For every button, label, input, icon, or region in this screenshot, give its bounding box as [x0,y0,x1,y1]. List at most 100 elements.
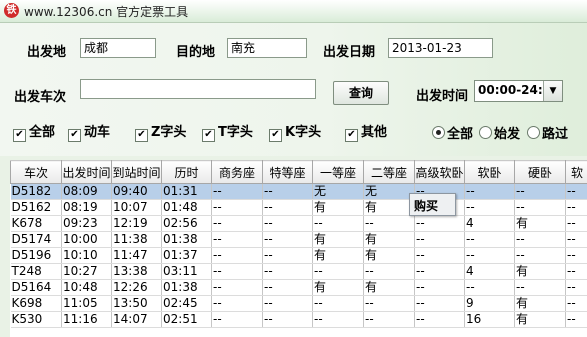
buy-menu-item[interactable]: 购买 [414,197,438,214]
window-title: www.12306.cn 官方定票工具 [24,5,189,19]
radio-selected-icon[interactable] [432,126,445,139]
table-row[interactable]: K698 11:05 13:50 02:45 -- -- -- -- -- 9 有 -- [10,295,587,312]
table-cell: -- [262,199,313,216]
search-form: 出发地 成都 目的地 南充 出发日期 2013-01-23 出发车次 查询 出发… [0,23,587,156]
column-header[interactable]: 到站时间 [111,160,162,184]
date-input[interactable]: 2013-01-23 [388,38,493,58]
table-cell: 10:27 [61,263,112,280]
check-icon[interactable]: ✔ [202,129,215,142]
radio-origin[interactable]: 始发 [479,123,520,142]
table-row[interactable]: D516208:1910:0701:48----有有-------- [10,199,587,216]
table-cell: 有 [363,231,415,248]
column-header[interactable]: 特等座 [262,160,313,184]
railway-logo-icon: 铁 [4,3,19,18]
table-cell: 13:38 [111,263,162,280]
table-row[interactable]: K530 11:16 14:07 02:51 -- -- -- -- -- 16 有 -- [10,311,587,328]
table-cell: -- [565,199,587,216]
filter-emu[interactable]: ✔ 动车 [68,121,111,142]
filter-k[interactable]: ✔ K字头 [269,121,322,142]
filter-all[interactable]: ✔ 全部 [13,121,56,142]
column-header[interactable]: 软卧 [464,160,515,184]
query-button[interactable]: 查询 [333,81,389,105]
column-header[interactable]: 软 [565,160,587,184]
radio-icon[interactable] [479,126,492,139]
train-input[interactable] [80,79,316,99]
table-cell: -- [414,295,465,312]
table-cell: -- [414,231,465,248]
table-cell: 03:11 [161,263,212,280]
filter-other[interactable]: ✔ 其他 [345,121,388,142]
table-cell: -- [414,311,465,328]
radio-all[interactable]: 全部 [432,123,473,142]
origin-input[interactable]: 成都 [80,38,156,58]
destination-input[interactable]: 南充 [227,38,307,58]
table-cell: -- [414,279,465,296]
filter-emu-label: 动车 [84,125,111,140]
table-cell: 16 [464,311,515,328]
table-row[interactable]: D5164 10:48 12:26 01:38 -- -- 有有 -- -- -- -- [10,279,587,296]
radio-all-label: 全部 [447,127,474,142]
column-header[interactable]: 商务座 [211,160,263,184]
radio-origin-label: 始发 [494,127,521,142]
radio-icon[interactable] [527,126,540,139]
column-header[interactable]: 高级软卧 [414,160,465,184]
table-cell: -- [211,199,263,216]
filter-k-label: K字头 [285,125,322,140]
table-cell: 有 [363,247,415,264]
table-cell: K698 [10,295,62,312]
table-row[interactable]: D5196 10:10 11:47 01:37 -- -- 有有 -- -- -- -- [10,247,587,264]
check-icon[interactable]: ✔ [68,129,81,142]
filter-all-label: 全部 [29,125,56,140]
table-cell: 08:09 [61,183,112,200]
column-header[interactable]: 二等座 [363,160,415,184]
column-header[interactable]: 硬卧 [514,160,566,184]
table-cell: -- [464,183,515,200]
time-select[interactable]: 00:00-24:00 ▼ [474,80,563,102]
filter-t[interactable]: ✔ T字头 [202,121,253,142]
table-cell: 01:38 [161,231,212,248]
table-cell: -- [565,247,587,264]
table-cell: 02:56 [161,215,212,232]
table-cell: 9 [464,295,515,312]
dropdown-arrow-icon[interactable]: ▼ [543,81,562,101]
table-row[interactable]: D5174 10:00 11:38 01:38 -- -- 有有 -- -- -- -- [10,231,587,248]
table-cell: -- [211,247,263,264]
check-icon[interactable]: ✔ [13,129,26,142]
check-icon[interactable]: ✔ [345,129,358,142]
table-cell: 12:19 [111,215,162,232]
table-cell: 4 [464,263,515,280]
table-cell: -- [414,247,465,264]
table-cell: 无 [312,183,364,200]
table-cell: -- [312,295,364,312]
table-cell: D5162 [10,199,62,216]
table-cell: 02:51 [161,311,212,328]
table-cell: 10:07 [111,199,162,216]
column-header[interactable]: 一等座 [312,160,364,184]
context-menu: 购买 [409,193,456,216]
table-cell: -- [262,183,313,200]
table-cell: 09:40 [111,183,162,200]
column-header[interactable]: 车次 [10,160,62,184]
table-cell: 有 [312,279,364,296]
column-header[interactable]: 出发时间 [61,160,112,184]
radio-passing[interactable]: 路过 [527,123,568,142]
table-cell: 有 [514,263,566,280]
filter-other-label: 其他 [361,125,388,140]
check-icon[interactable]: ✔ [135,129,148,142]
table-row[interactable]: K678 09:23 12:19 02:56 -- -- -- -- -- 4 有 -- [10,215,587,232]
check-icon[interactable]: ✔ [269,129,282,142]
table-cell: -- [565,215,587,232]
table-cell: -- [262,295,313,312]
table-cell: -- [565,311,587,328]
column-header[interactable]: 历时 [161,160,212,184]
table-row[interactable]: T248 10:27 13:38 03:11 -- -- -- -- -- 4 有 -- [10,263,587,280]
filter-z[interactable]: ✔ Z字头 [135,121,186,142]
table-cell: D5174 [10,231,62,248]
table-cell: 02:45 [161,295,212,312]
table-row[interactable]: D5182 08:09 09:40 01:31 -- -- 无无 -- -- -- -- [10,183,587,200]
table-cell: -- [514,199,566,216]
table-cell: 11:38 [111,231,162,248]
table-cell: D5182 [10,183,62,200]
table-cell: -- [211,183,263,200]
table-cell: 10:00 [61,231,112,248]
